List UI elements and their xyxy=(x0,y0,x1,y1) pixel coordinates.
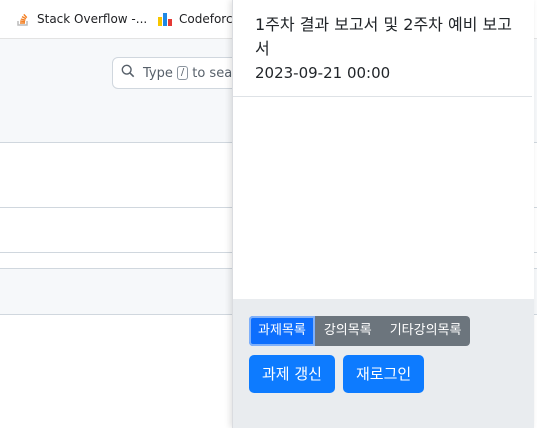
extension-popup: 1주차 결과 보고서 및 2주차 예비 보고서 2023-09-21 00:00… xyxy=(232,0,534,428)
bookmark-label: Stack Overflow -... xyxy=(37,12,148,26)
tab-other-lectures[interactable]: 기타강의목록 xyxy=(380,316,471,346)
search-placeholder-type: Type xyxy=(143,65,173,81)
codeforces-icon xyxy=(157,11,173,27)
assignment-card[interactable]: 1주차 결과 보고서 및 2주차 예비 보고서 2023-09-21 00:00 xyxy=(233,0,532,97)
action-buttons: 과제 갱신 재로그인 xyxy=(249,355,432,393)
controls-panel: 과제목록 강의목록 기타강의목록 과제 갱신 재로그인 xyxy=(233,299,534,428)
refresh-assignments-button[interactable]: 과제 갱신 xyxy=(249,355,335,393)
tab-lectures[interactable]: 강의목록 xyxy=(314,316,381,346)
bookmark-stackoverflow[interactable]: Stack Overflow -... xyxy=(15,11,147,27)
search-icon xyxy=(121,64,135,82)
tab-group: 과제목록 강의목록 기타강의목록 xyxy=(249,316,471,346)
relogin-button[interactable]: 재로그인 xyxy=(342,355,425,393)
assignment-date: 2023-09-21 00:00 xyxy=(255,64,391,82)
tab-assignments[interactable]: 과제목록 xyxy=(249,316,315,346)
assignment-title: 1주차 결과 보고서 및 2주차 예비 보고서 xyxy=(255,15,512,58)
stackoverflow-icon xyxy=(15,11,31,27)
slash-key-hint: / xyxy=(176,66,189,80)
